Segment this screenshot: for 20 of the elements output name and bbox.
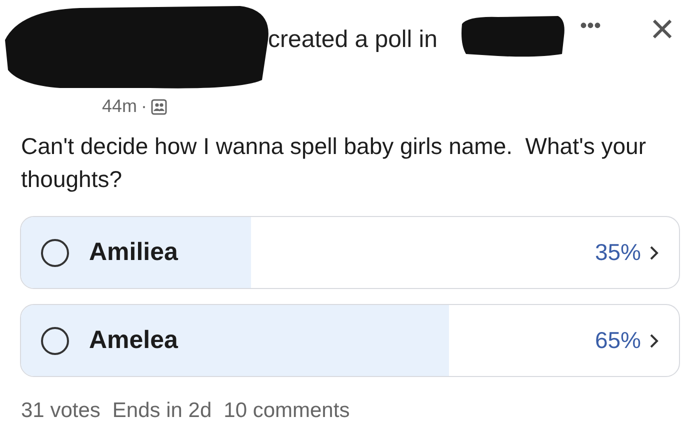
poll-stat: 31 votes xyxy=(21,398,100,424)
poll-stat: Ends in 2d xyxy=(112,398,212,424)
poll-option[interactable]: Amiliea 35% xyxy=(20,216,680,289)
option-label: Amelea xyxy=(89,324,178,356)
option-percent: 35% xyxy=(594,238,641,268)
group-icon xyxy=(151,98,168,114)
option-label: Amiliea xyxy=(89,236,178,268)
separator-dot: · xyxy=(141,95,148,118)
option-percent: 65% xyxy=(594,326,641,356)
radio-icon xyxy=(41,238,69,266)
poll-action-text: created a poll in xyxy=(268,25,438,55)
chevron-icon xyxy=(649,332,659,348)
more-button[interactable]: ••• xyxy=(580,16,602,36)
close-button[interactable]: × xyxy=(650,8,675,50)
poll-question: Can't decide how I wanna spell baby girls name. What's your thoughts? xyxy=(20,132,647,194)
poll-stat[interactable]: 10 comments xyxy=(224,395,350,426)
radio-icon xyxy=(41,326,69,354)
post-time: 44m xyxy=(102,95,138,118)
poll-option[interactable]: Amelea 65% xyxy=(20,304,680,377)
chevron-icon xyxy=(649,244,659,260)
